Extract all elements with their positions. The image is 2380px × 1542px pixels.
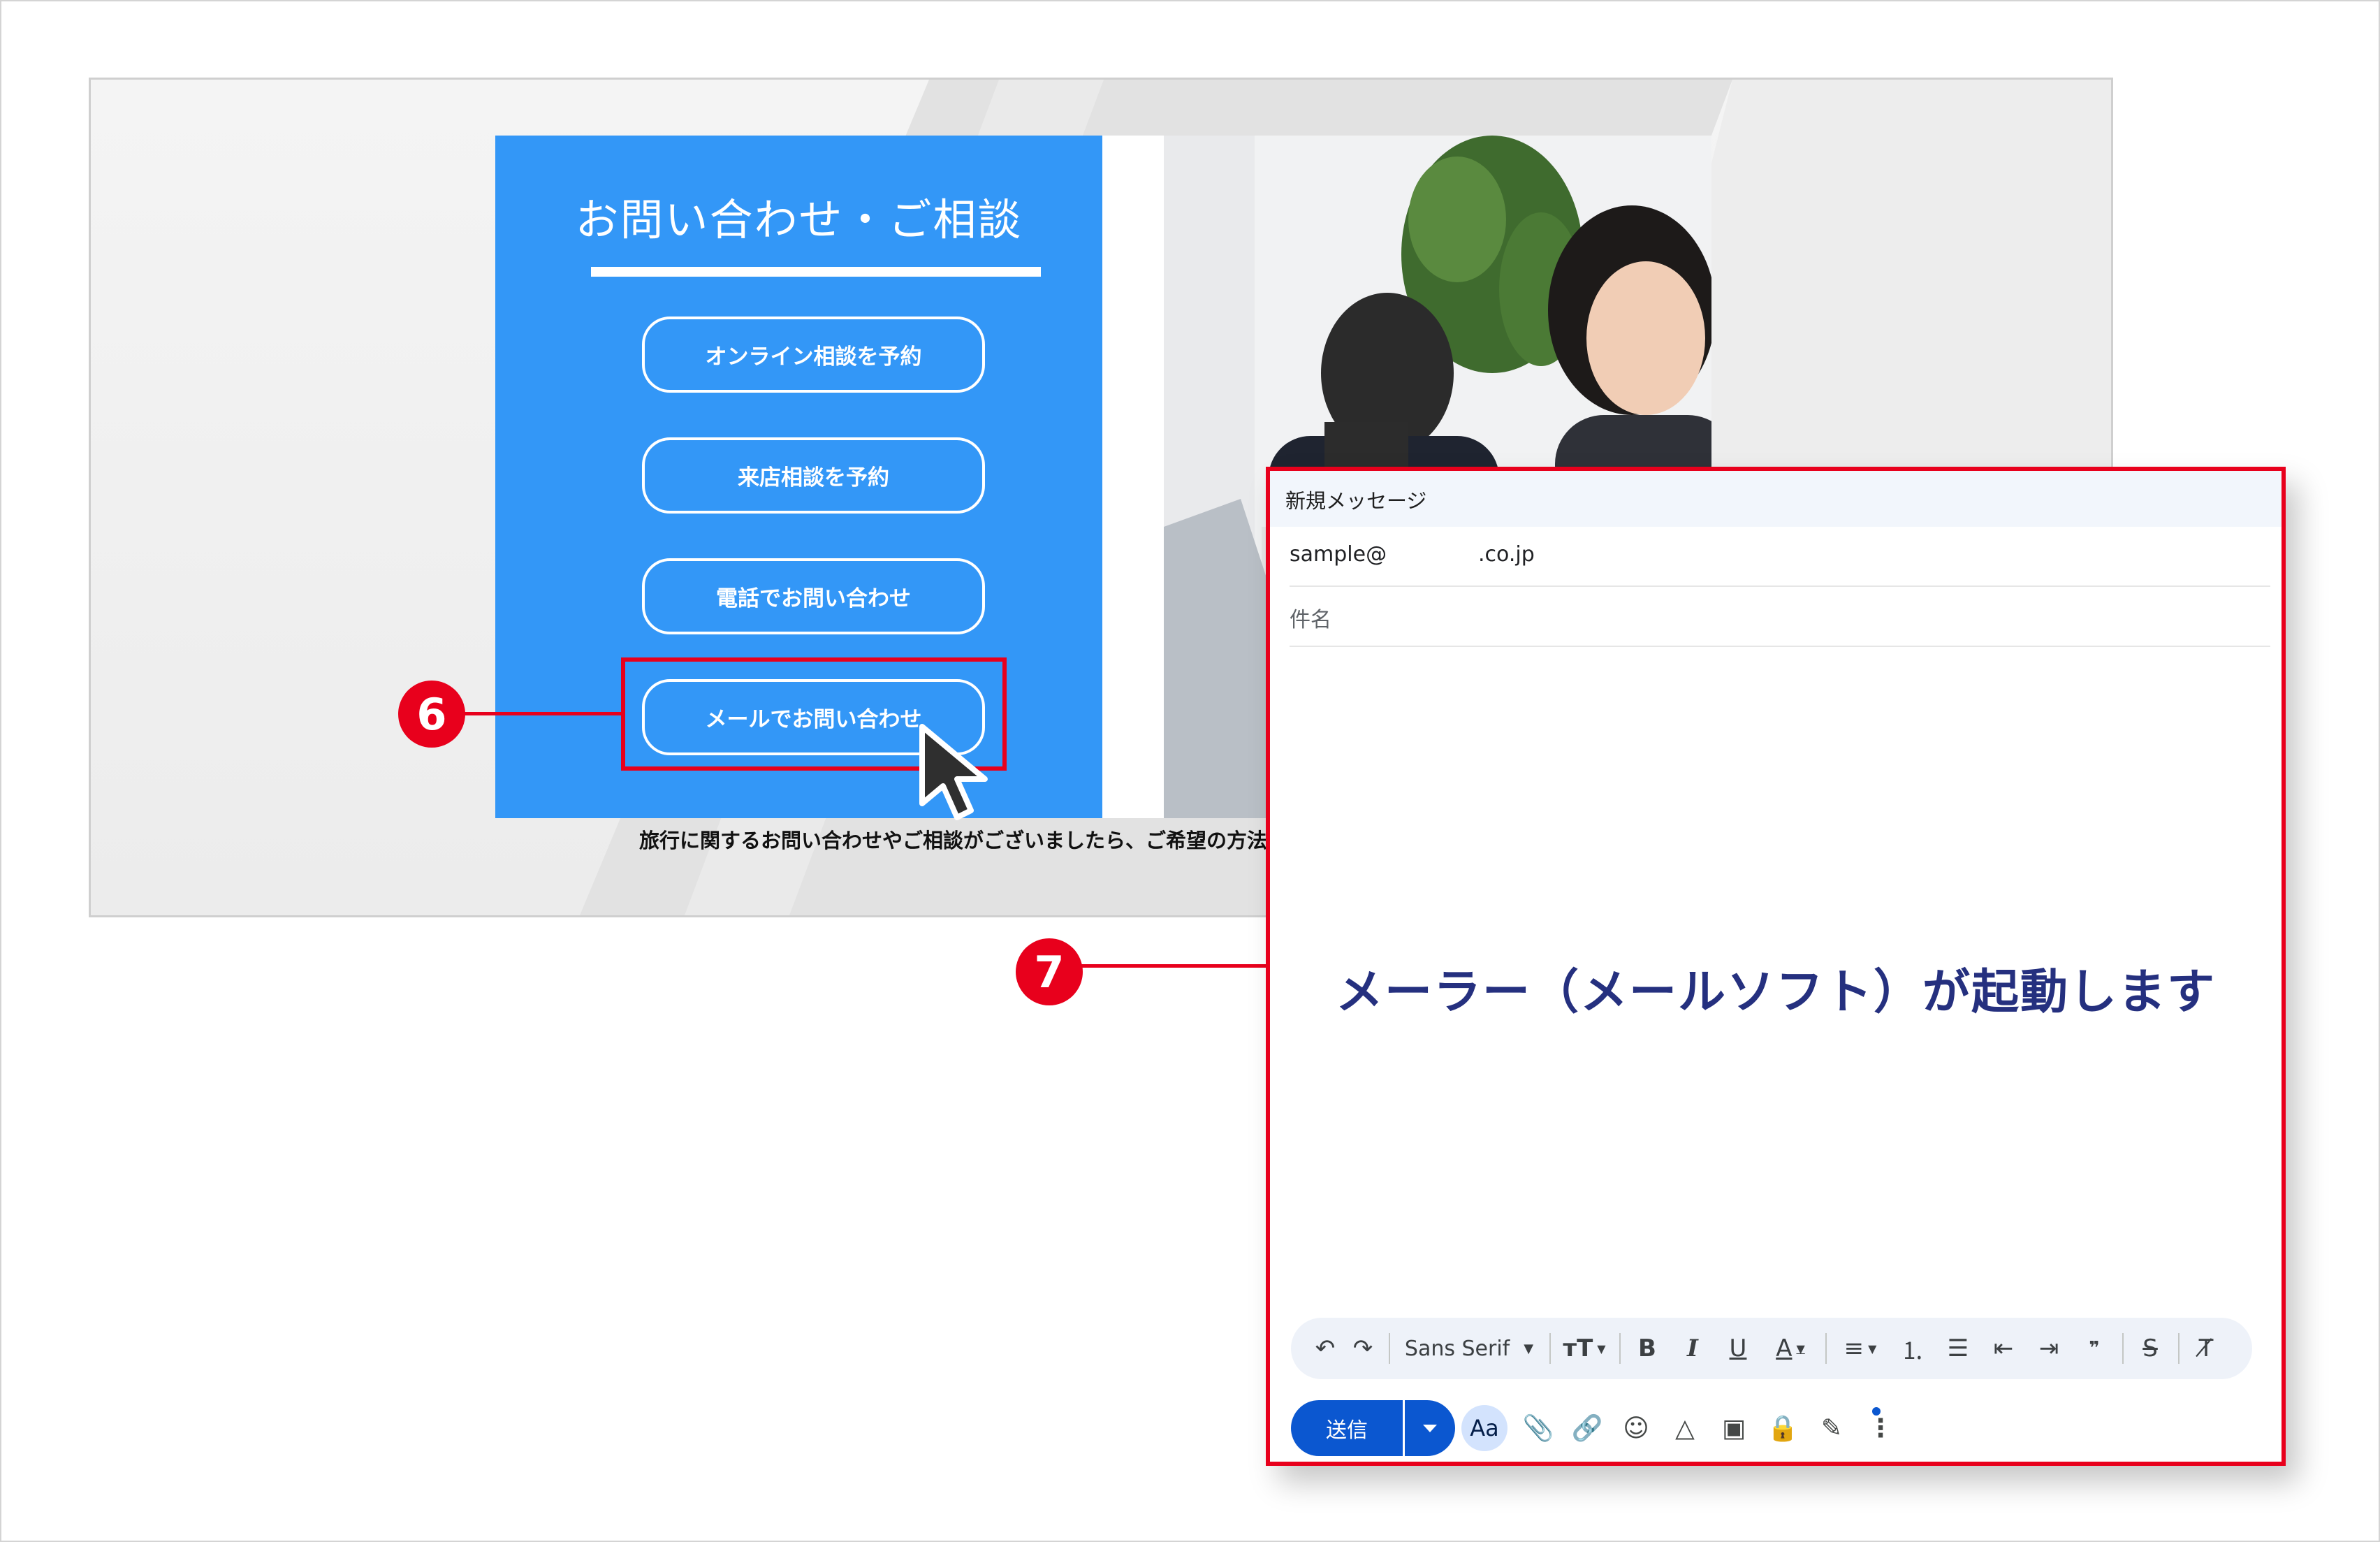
title-underline [591,267,1041,277]
signature-icon[interactable]: ✎ [1811,1400,1853,1456]
toolbar-divider [2178,1333,2180,1364]
panel-spacer [1102,136,1164,818]
indent-more-icon[interactable]: ⇥ [2028,1318,2070,1379]
phone-inquiry-button[interactable]: 電話でお問い合わせ [642,558,985,634]
formatting-options-button[interactable]: Aa [1461,1405,1507,1451]
toolbar-divider [1825,1333,1827,1364]
compose-window: 新規メッセージ sample@ .co.jp 件名 メーラー（メールソフト）が起… [1266,467,2286,1466]
text-color-icon[interactable]: A ▼ [1762,1318,1818,1379]
align-icon[interactable]: ≡ ▼ [1832,1318,1888,1379]
underline-icon[interactable]: U [1717,1318,1759,1379]
font-name: Sans Serif [1404,1336,1510,1361]
store-consultation-button[interactable]: 来店相談を予約 [642,437,985,514]
italic-icon[interactable]: I [1672,1318,1714,1379]
panel-title: お問い合わせ・ご相談 [575,194,1023,245]
subject-placeholder: 件名 [1290,608,1331,632]
send-options-chevron-icon[interactable] [1405,1400,1455,1456]
toolbar-divider [1619,1333,1621,1364]
formatting-toolbar: ↶ ↷ Sans Serif ▼ тT ▼ B I U A ▼ ≡ ▼ ⒈ ☰ ⇤ ⇥… [1291,1318,2252,1379]
numbered-list-icon[interactable]: ⒈ [1892,1318,1934,1379]
step-6-connector [461,712,622,715]
font-select[interactable]: Sans Serif ▼ [1396,1318,1542,1379]
drive-icon[interactable]: △ [1664,1400,1706,1456]
send-button[interactable]: 送信 [1291,1400,1403,1456]
online-consultation-button[interactable]: オンライン相談を予約 [642,317,985,393]
subject-field[interactable]: 件名 [1290,587,2270,647]
toolbar-divider [2122,1333,2124,1364]
emoji-icon[interactable]: ☺ [1615,1400,1657,1456]
bold-icon[interactable]: B [1626,1318,1668,1379]
step-6-marker: 6 [398,681,465,748]
to-address-local: sample@ [1290,542,1387,567]
compose-title: 新規メッセージ [1285,489,1427,513]
compose-body-message: メーラー（メールソフト）が起動します [1335,965,2216,1020]
bulleted-list-icon[interactable]: ☰ [1937,1318,1979,1379]
to-field[interactable]: sample@ .co.jp [1290,527,2270,587]
toolbar-divider [1389,1333,1390,1364]
insert-photo-icon[interactable]: ▣ [1713,1400,1755,1456]
strikethrough-icon[interactable]: S [2129,1318,2171,1379]
confidential-mode-icon[interactable]: 🔒 [1762,1400,1804,1456]
step-7-connector [1079,964,1268,968]
more-options-icon[interactable]: ⋮ [1860,1400,1901,1456]
quote-icon[interactable]: ❞ [2073,1318,2115,1379]
indent-less-icon[interactable]: ⇤ [1983,1318,2024,1379]
clear-format-icon[interactable]: T̸ [2185,1318,2227,1379]
to-address-domain: .co.jp [1478,542,1535,567]
insert-link-icon[interactable]: 🔗 [1566,1400,1608,1456]
chevron-down-icon: ▼ [1524,1341,1534,1356]
notification-dot [1872,1407,1881,1416]
toolbar-divider [1549,1333,1551,1364]
step-7-marker: 7 [1016,938,1083,1005]
undo-icon[interactable]: ↶ [1308,1318,1343,1379]
redo-icon[interactable]: ↷ [1345,1318,1380,1379]
text-size-icon[interactable]: тT ▼ [1556,1318,1612,1379]
compose-header: 新規メッセージ [1270,471,2282,527]
mouse-cursor-icon [919,724,988,820]
attach-file-icon[interactable]: 📎 [1517,1400,1559,1456]
